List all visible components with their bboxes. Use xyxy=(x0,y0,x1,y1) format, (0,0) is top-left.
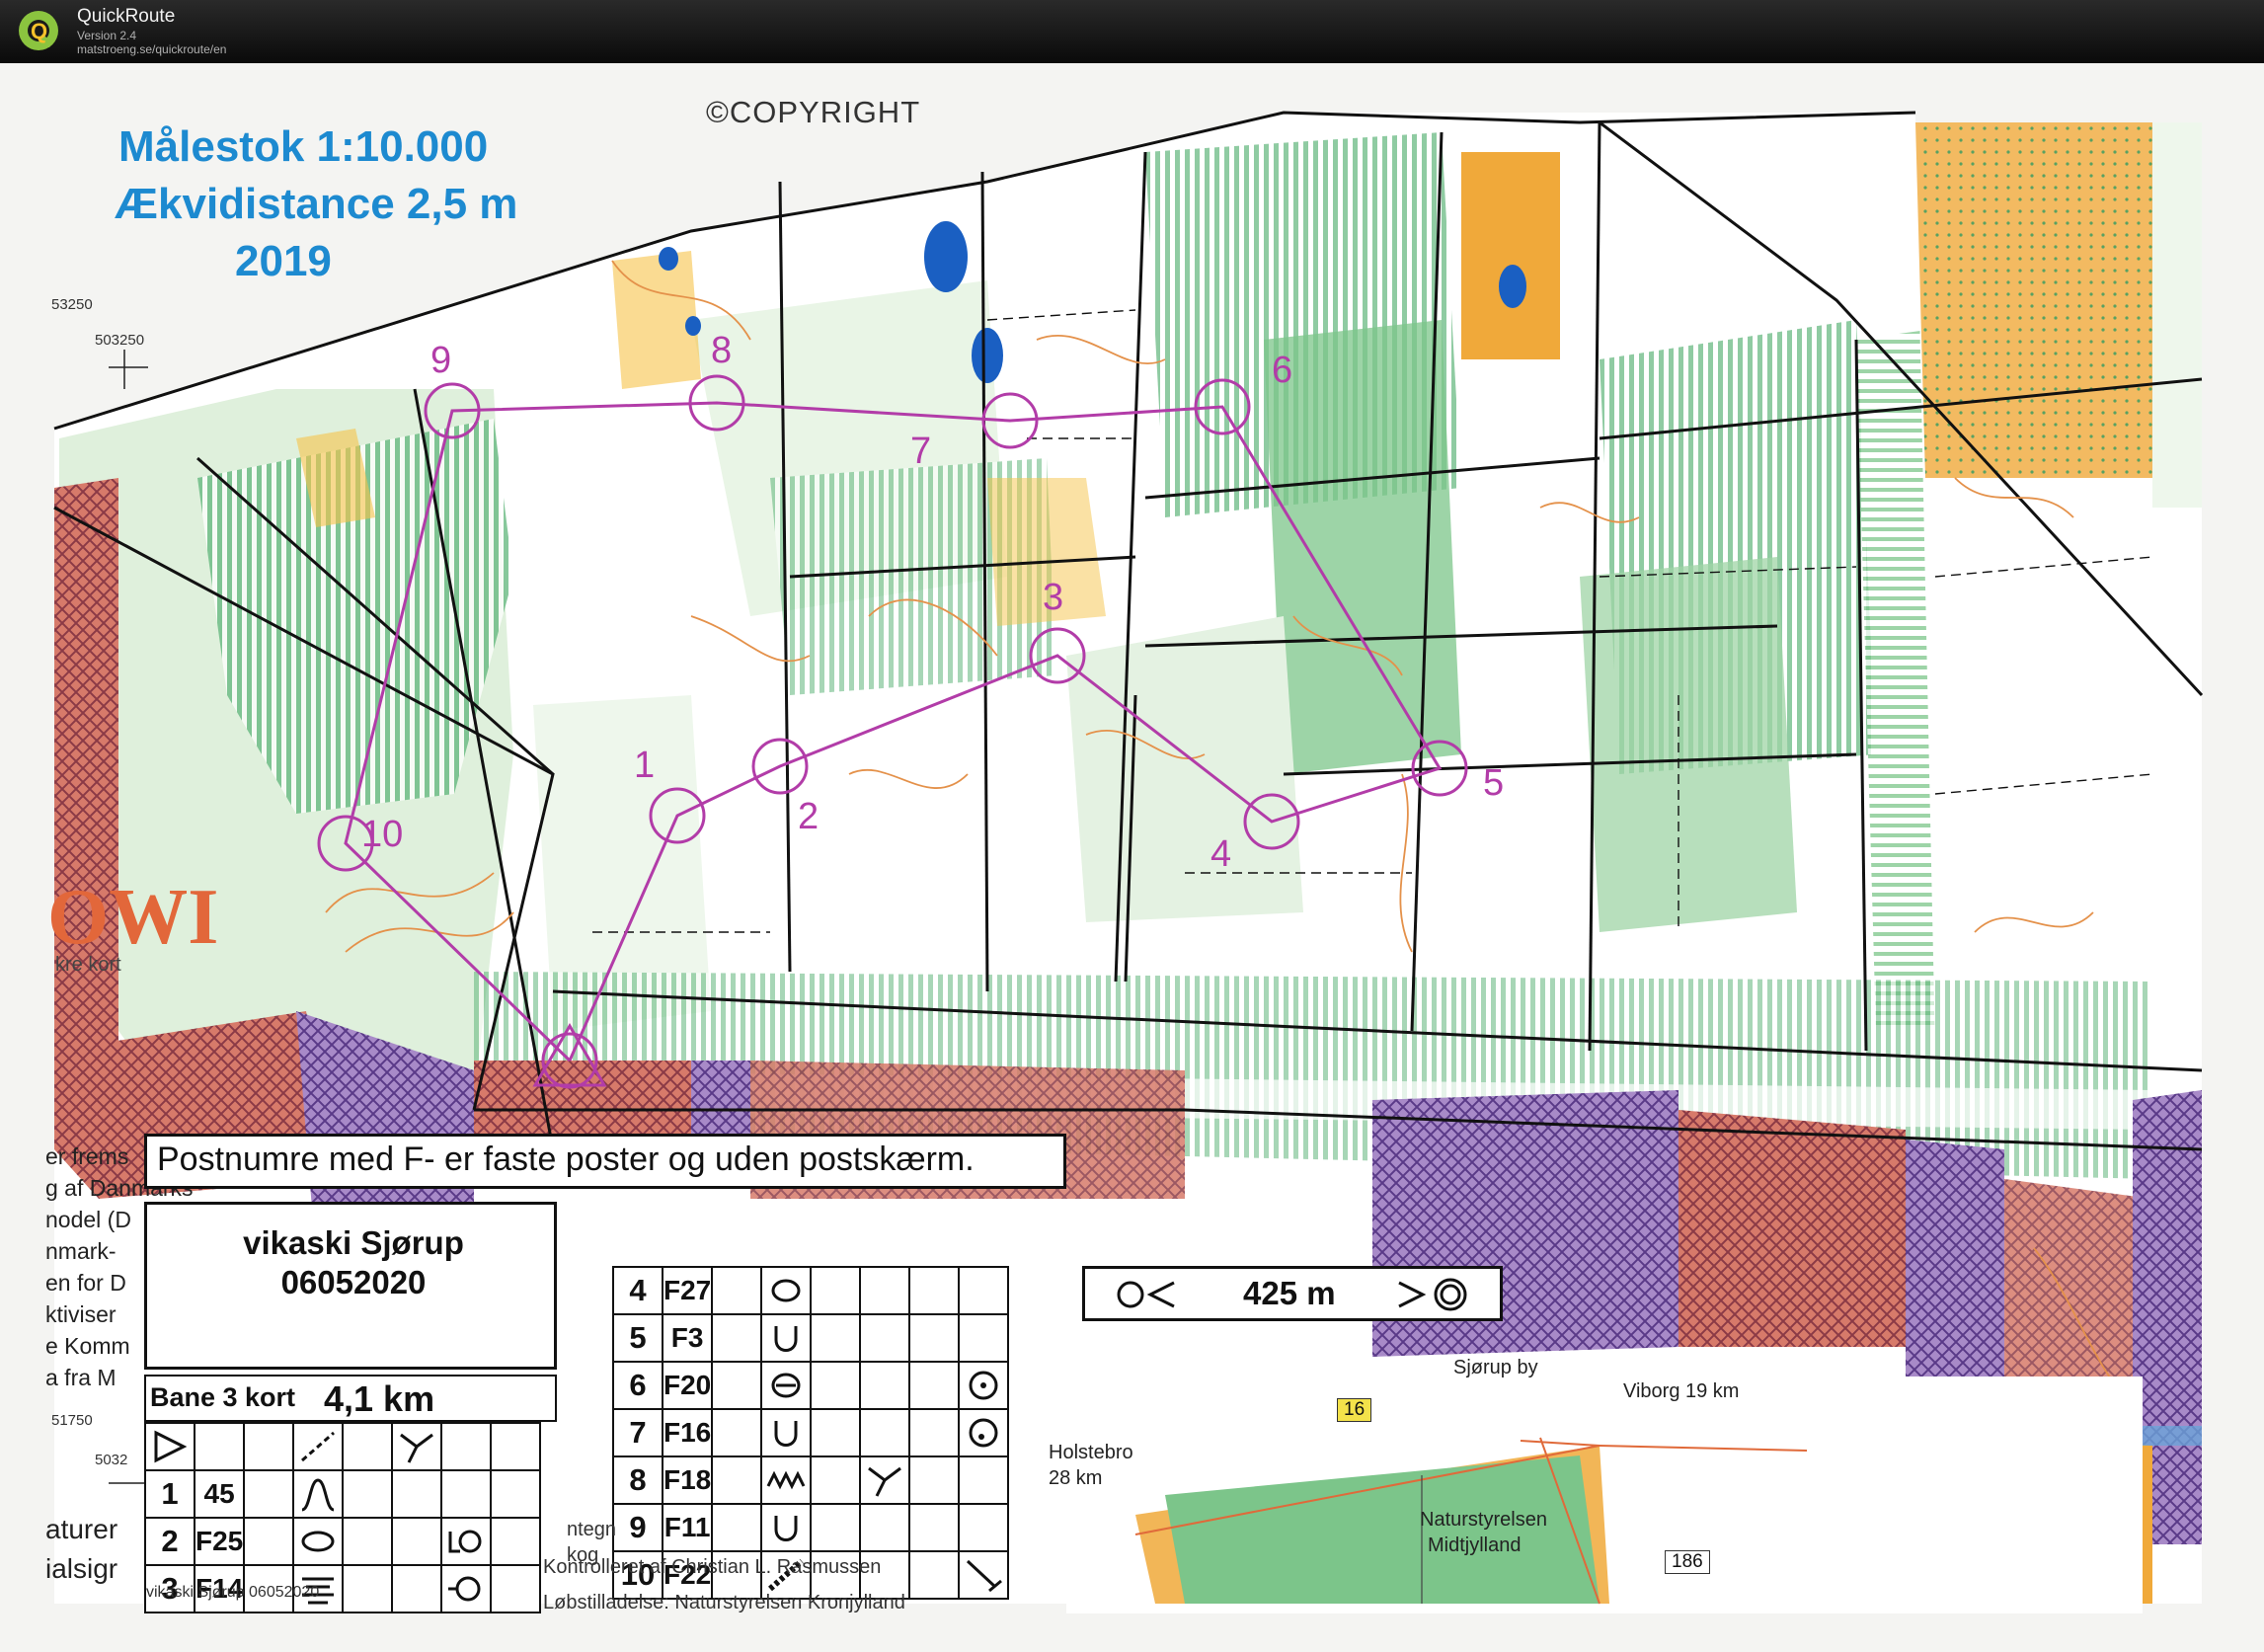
inset-label-holstebro: Holstebro xyxy=(1049,1442,1133,1463)
control-row: 2 F25 xyxy=(144,1517,542,1566)
legend-fragment: a fra M xyxy=(45,1365,117,1390)
control-row: 9 F11 xyxy=(612,1503,1010,1552)
control-row: 4 F27 xyxy=(612,1266,1010,1315)
coord-label-bottom-b: 5032 xyxy=(95,1452,128,1468)
leg-distance: 425 m xyxy=(1243,1275,1336,1311)
oval-icon xyxy=(292,1517,345,1566)
road-badge-186: 186 xyxy=(1665,1550,1710,1574)
fork-icon xyxy=(859,1455,911,1505)
event-name: vikaski Sjørup xyxy=(243,1224,464,1261)
finish-marker-icon xyxy=(1398,1278,1467,1311)
notice-box: Postnumre med F- er faste poster og uden… xyxy=(144,1134,1066,1189)
control-row: 1 45 xyxy=(144,1469,542,1519)
app-version: Version 2.4 xyxy=(77,29,137,42)
legend-fragment: nodel (D xyxy=(45,1207,131,1232)
control-number-8: 8 xyxy=(711,330,733,371)
control-row: 5 F3 xyxy=(612,1313,1010,1363)
inset-label-holstebro-km: 28 km xyxy=(1049,1467,1103,1489)
coord-label-bottom-a: 51750 xyxy=(51,1412,93,1429)
control-number-10: 10 xyxy=(361,814,404,855)
footnote-fragment: kog xyxy=(567,1544,599,1566)
inset-map xyxy=(1066,1377,2143,1613)
gully-icon xyxy=(292,1469,345,1519)
control-number-1: 1 xyxy=(634,745,656,786)
legend-fragment: en for D xyxy=(45,1270,126,1296)
control-number-5: 5 xyxy=(1483,762,1505,804)
control-row: 8 F18 xyxy=(612,1455,1010,1505)
control-row: 6 F20 xyxy=(612,1361,1010,1410)
circle-side-icon xyxy=(440,1564,493,1613)
fork-icon xyxy=(391,1422,443,1471)
legend-fragment: aturer xyxy=(45,1514,118,1544)
inset-label-nature: Naturstyrelsen xyxy=(1420,1509,1547,1531)
map-equidistance-label: Ækvidistance 2,5 m xyxy=(115,180,518,228)
depression-icon xyxy=(760,1313,813,1363)
course-label: Bane 3 kort xyxy=(150,1382,296,1412)
circle-dot-icon xyxy=(958,1408,1010,1457)
quickroute-logo-icon: Q xyxy=(19,11,58,50)
map-year-label: 2019 xyxy=(235,237,332,285)
circle-center-icon xyxy=(958,1361,1010,1410)
leg-distance-box: 425 m xyxy=(1082,1266,1503,1321)
corner-circle-icon xyxy=(440,1517,493,1566)
legend-fragment: e Komm xyxy=(45,1333,130,1359)
copyright-label: ©COPYRIGHT xyxy=(706,95,921,129)
inset-label-sjorup: Sjørup by xyxy=(1453,1357,1538,1378)
owi-subtitle: kre kort xyxy=(55,954,121,976)
control-description-right: 4 F27 5 F3 6 F20 7 F16 8 F18 9 F11 10 F2… xyxy=(612,1266,1010,1600)
control-number-2: 2 xyxy=(798,796,820,837)
app-title: QuickRoute xyxy=(77,6,176,27)
road-badge-16: 16 xyxy=(1337,1398,1372,1422)
event-date: 06052020 xyxy=(280,1264,427,1300)
course-info-row: Bane 3 kort 4,1 km xyxy=(144,1375,557,1422)
app-titlebar: Q QuickRoute Version 2.4 matstroeng.se/q… xyxy=(0,0,2264,63)
zigzag-icon xyxy=(760,1455,813,1505)
control-number-4: 4 xyxy=(1210,833,1232,875)
map-canvas[interactable]: Målestok 1:10.000 Ækvidistance 2,5 m 201… xyxy=(0,63,2264,1652)
start-triangle-icon xyxy=(144,1422,195,1471)
svg-text:Q: Q xyxy=(31,19,47,43)
footnote-permit: Løbstilladelse: Naturstyrelsen Kronjylla… xyxy=(543,1592,905,1613)
start-row xyxy=(144,1422,542,1471)
legend-fragment: nmark- xyxy=(45,1238,117,1264)
start-marker-icon xyxy=(1117,1281,1175,1308)
control-number-9: 9 xyxy=(430,340,452,381)
diagonal-end-icon xyxy=(958,1550,1010,1600)
app-url[interactable]: matstroeng.se/quickroute/en xyxy=(77,42,226,56)
inset-label-nature2: Midtjylland xyxy=(1428,1534,1522,1556)
owi-logo: OWI xyxy=(47,874,219,961)
footnote-course: vikaski Sjørup 06052020 xyxy=(146,1584,320,1601)
legend-fragment: ktiviser xyxy=(45,1301,117,1327)
description-header: vikaski Sjørup 06052020 xyxy=(144,1202,557,1370)
legend-fragment: ialsigr xyxy=(45,1553,118,1584)
footnote-fragment: ntegn xyxy=(567,1519,617,1540)
oval-icon xyxy=(760,1266,813,1315)
knoll-icon xyxy=(760,1361,813,1410)
map-scale-label: Målestok 1:10.000 xyxy=(118,122,489,171)
depression-icon xyxy=(760,1503,813,1552)
dashed-line-icon xyxy=(292,1422,345,1471)
coord-label-top-b: 503250 xyxy=(95,332,145,349)
legend-fragment: er frems xyxy=(45,1143,129,1169)
control-row: 7 F16 xyxy=(612,1408,1010,1457)
control-number-7: 7 xyxy=(910,431,932,472)
control-number-3: 3 xyxy=(1043,577,1064,618)
course-length: 4,1 km xyxy=(324,1378,435,1419)
depression-icon xyxy=(760,1408,813,1457)
inset-label-viborg: Viborg 19 km xyxy=(1623,1380,1740,1402)
coord-label-top-a: 53250 xyxy=(51,296,93,313)
control-number-6: 6 xyxy=(1272,350,1293,391)
